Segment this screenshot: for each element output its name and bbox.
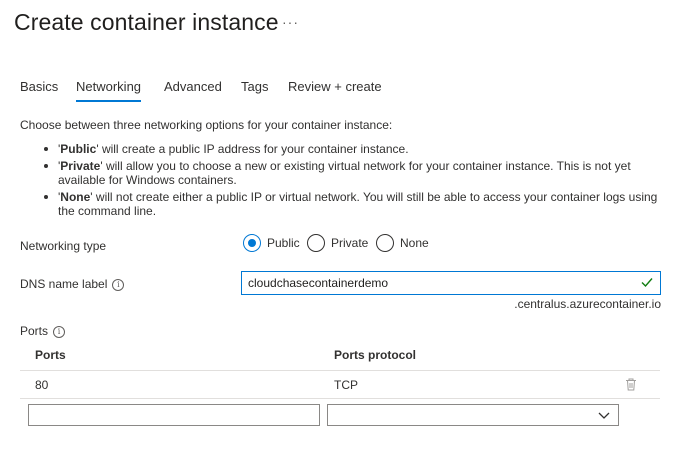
bullet-keyword: None bbox=[60, 189, 91, 204]
radio-public-indicator[interactable] bbox=[243, 234, 261, 252]
tab-advanced[interactable]: Advanced bbox=[164, 79, 222, 94]
dns-name-input[interactable]: cloudchasecontainerdemo bbox=[241, 271, 661, 295]
ports-section-label: Ports i bbox=[20, 324, 66, 338]
new-protocol-select[interactable] bbox=[327, 404, 619, 426]
info-icon[interactable]: i bbox=[112, 279, 125, 291]
radio-private-indicator[interactable] bbox=[307, 234, 325, 252]
radio-none-indicator[interactable] bbox=[376, 234, 394, 252]
protocol-value: TCP bbox=[334, 378, 358, 392]
trash-icon[interactable] bbox=[625, 378, 637, 391]
page-title: Create container instance bbox=[14, 9, 279, 35]
networking-options-list: 'Public' will create a public IP address… bbox=[44, 142, 664, 221]
chevron-down-icon[interactable] bbox=[598, 410, 610, 420]
networking-type-label: Networking type bbox=[20, 239, 107, 253]
more-options-button[interactable]: ··· bbox=[282, 14, 299, 30]
checkmark-icon bbox=[641, 278, 653, 288]
radio-private-label: Private bbox=[331, 236, 369, 250]
bullet-keyword: Private bbox=[60, 158, 101, 173]
bullet-public: 'Public' will create a public IP address… bbox=[44, 142, 664, 157]
ports-label: Ports bbox=[20, 324, 49, 338]
bullet-keyword: Public bbox=[60, 142, 97, 156]
column-header-ports: Ports bbox=[35, 348, 66, 362]
radio-public-label: Public bbox=[267, 236, 300, 250]
column-header-ports-protocol: Ports protocol bbox=[334, 348, 417, 362]
bullet-text: ' will allow you to choose a new or exis… bbox=[58, 158, 631, 188]
tab-basics[interactable]: Basics bbox=[20, 79, 58, 94]
tab-networking[interactable]: Networking bbox=[76, 79, 142, 102]
dns-name-label: DNS name label bbox=[20, 277, 108, 291]
table-row: 80 TCP bbox=[20, 371, 660, 399]
dns-name-value[interactable]: cloudchasecontainerdemo bbox=[248, 276, 388, 290]
dns-suffix: .centralus.azurecontainer.io bbox=[514, 297, 661, 311]
tab-tags[interactable]: Tags bbox=[241, 79, 268, 94]
port-value: 80 bbox=[35, 378, 49, 392]
ports-grid-header: Ports Ports protocol bbox=[20, 340, 660, 371]
bullet-text: ' will not create either a public IP or … bbox=[58, 189, 658, 219]
dns-name-label-row: DNS name label i bbox=[20, 277, 125, 291]
info-icon[interactable]: i bbox=[53, 326, 66, 338]
radio-none-label: None bbox=[400, 236, 429, 250]
intro-text: Choose between three networking options … bbox=[20, 118, 393, 132]
tab-review-create[interactable]: Review + create bbox=[288, 79, 382, 94]
bullet-private: 'Private' will allow you to choose a new… bbox=[44, 159, 664, 188]
bullet-text: ' will create a public IP address for yo… bbox=[96, 142, 409, 156]
bullet-none: 'None' will not create either a public I… bbox=[44, 190, 664, 219]
new-port-input[interactable] bbox=[28, 404, 320, 426]
